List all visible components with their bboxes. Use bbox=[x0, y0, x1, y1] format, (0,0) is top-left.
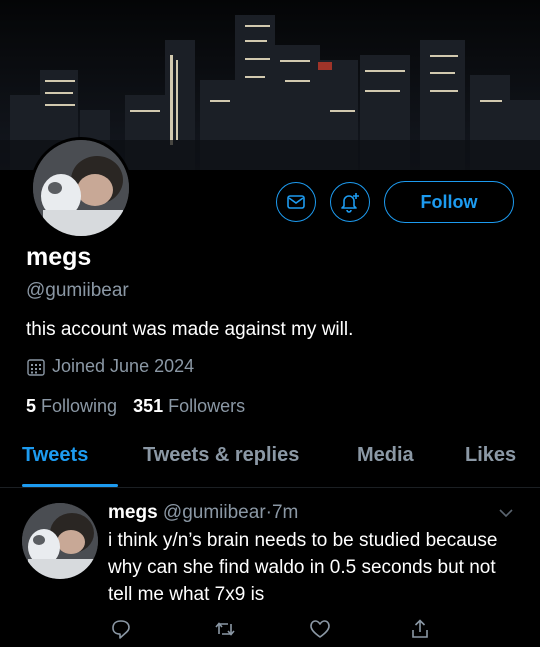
tweet-timestamp[interactable]: 7m bbox=[272, 502, 298, 523]
following-label: Following bbox=[41, 396, 118, 416]
calendar-icon bbox=[27, 358, 45, 376]
profile-name: megs bbox=[26, 243, 92, 271]
like-button[interactable] bbox=[309, 618, 331, 645]
tweet-menu-button[interactable] bbox=[497, 504, 515, 527]
message-button[interactable] bbox=[276, 182, 316, 222]
profile-handle: @gumiibear bbox=[26, 280, 129, 301]
bell-plus-icon bbox=[341, 193, 359, 213]
joined-date: Joined June 2024 bbox=[26, 356, 194, 377]
retweet-button[interactable] bbox=[214, 618, 236, 645]
followers-count: 351 bbox=[133, 396, 164, 416]
followers-label: Followers bbox=[168, 396, 246, 416]
followers-link[interactable]: 351 Followers bbox=[133, 396, 245, 417]
tab-tweets[interactable]: Tweets bbox=[22, 444, 88, 467]
tab-likes[interactable]: Likes bbox=[465, 444, 516, 467]
avatar-photo bbox=[33, 140, 129, 236]
envelope-icon bbox=[287, 195, 305, 209]
tweet-avatar[interactable] bbox=[22, 503, 98, 579]
share-button[interactable] bbox=[409, 618, 431, 645]
share-icon bbox=[412, 619, 428, 638]
reply-icon bbox=[112, 620, 130, 639]
following-link[interactable]: 5 Following bbox=[26, 396, 117, 417]
profile-avatar[interactable] bbox=[30, 137, 132, 239]
tweet-author-name[interactable]: megs bbox=[108, 502, 158, 523]
follow-counts: 5 Following 351 Followers bbox=[26, 396, 245, 417]
following-count: 5 bbox=[26, 396, 37, 416]
notify-button[interactable] bbox=[330, 182, 370, 222]
reply-button[interactable] bbox=[110, 618, 132, 645]
retweet-icon bbox=[215, 622, 235, 636]
avatar-photo bbox=[22, 503, 98, 579]
profile-bio: this account was made against my will. bbox=[26, 319, 354, 340]
tabs-divider bbox=[0, 487, 540, 488]
tweet-header: megs @gumiibear·7m bbox=[108, 502, 298, 524]
like-icon bbox=[310, 620, 330, 638]
joined-label: Joined June 2024 bbox=[52, 356, 195, 376]
tweet-text: i think y/n’s brain needs to be studied … bbox=[108, 530, 498, 605]
tab-tweets-replies[interactable]: Tweets & replies bbox=[143, 444, 299, 467]
tab-media[interactable]: Media bbox=[357, 444, 414, 467]
follow-button[interactable]: Follow bbox=[384, 181, 514, 223]
tweet-author-handle[interactable]: @gumiibear bbox=[163, 502, 266, 523]
chevron-down-icon bbox=[499, 509, 513, 518]
